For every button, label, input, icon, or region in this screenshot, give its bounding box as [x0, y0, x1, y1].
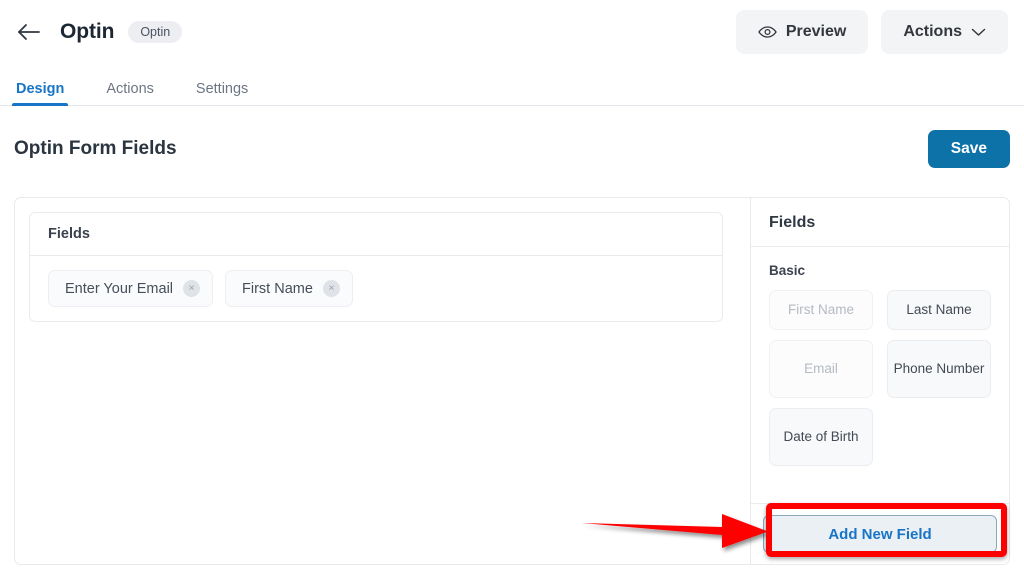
canvas-fields-chip-list: Enter Your Email × First Name × — [30, 256, 722, 321]
add-new-field-button[interactable]: Add New Field — [763, 515, 997, 553]
close-icon[interactable]: × — [183, 280, 201, 297]
field-chip-label: Enter Your Email — [65, 280, 174, 297]
arrow-left-icon — [16, 22, 42, 42]
top-header-bar: Optin Optin Preview Actions — [0, 0, 1024, 64]
field-button-date-of-birth[interactable]: Date of Birth — [769, 408, 873, 466]
preview-button[interactable]: Preview — [735, 10, 869, 54]
tab-design[interactable]: Design — [11, 81, 69, 106]
preview-button-label: Preview — [785, 23, 847, 40]
canvas-fields-box: Fields Enter Your Email × First Name × — [29, 212, 723, 322]
tab-bar: Design Actions Settings — [0, 64, 1024, 106]
form-canvas[interactable]: Fields Enter Your Email × First Name × — [15, 198, 751, 564]
close-icon[interactable]: × — [322, 280, 340, 297]
fields-sidebar-body: Basic First Name Last Name Email Phone N… — [751, 247, 1009, 503]
page-name: Optin — [60, 20, 115, 43]
save-button[interactable]: Save — [927, 130, 1010, 168]
form-builder-card: Fields Enter Your Email × First Name × F… — [14, 197, 1010, 565]
eye-icon — [758, 25, 777, 39]
fields-sidebar-footer: Add New Field — [751, 503, 1009, 564]
back-button[interactable] — [14, 17, 44, 47]
fields-sidebar-title: Fields — [751, 198, 1009, 247]
page-title: Optin Form Fields — [14, 138, 177, 159]
actions-dropdown-label: Actions — [903, 23, 962, 40]
chevron-down-icon — [971, 27, 986, 37]
field-button-last-name[interactable]: Last Name — [887, 290, 991, 330]
field-button-email: Email — [769, 340, 873, 398]
form-type-badge: Optin — [128, 20, 183, 44]
field-chip-label: First Name — [242, 280, 313, 297]
tab-settings[interactable]: Settings — [194, 81, 250, 106]
fields-sidebar: Fields Basic First Name Last Name Email … — [751, 198, 1009, 564]
field-button-phone-number[interactable]: Phone Number — [887, 340, 991, 398]
field-chip-first-name[interactable]: First Name × — [225, 270, 353, 307]
field-button-grid: First Name Last Name Email Phone Number … — [769, 290, 991, 466]
actions-dropdown-button[interactable]: Actions — [881, 10, 1008, 54]
field-chip-enter-your-email[interactable]: Enter Your Email × — [48, 270, 214, 307]
field-button-first-name: First Name — [769, 290, 873, 330]
page-title-row: Optin Form Fields Save — [0, 106, 1024, 170]
tab-actions[interactable]: Actions — [104, 81, 156, 106]
canvas-fields-box-title: Fields — [30, 213, 722, 256]
field-group-label-basic: Basic — [769, 263, 806, 278]
